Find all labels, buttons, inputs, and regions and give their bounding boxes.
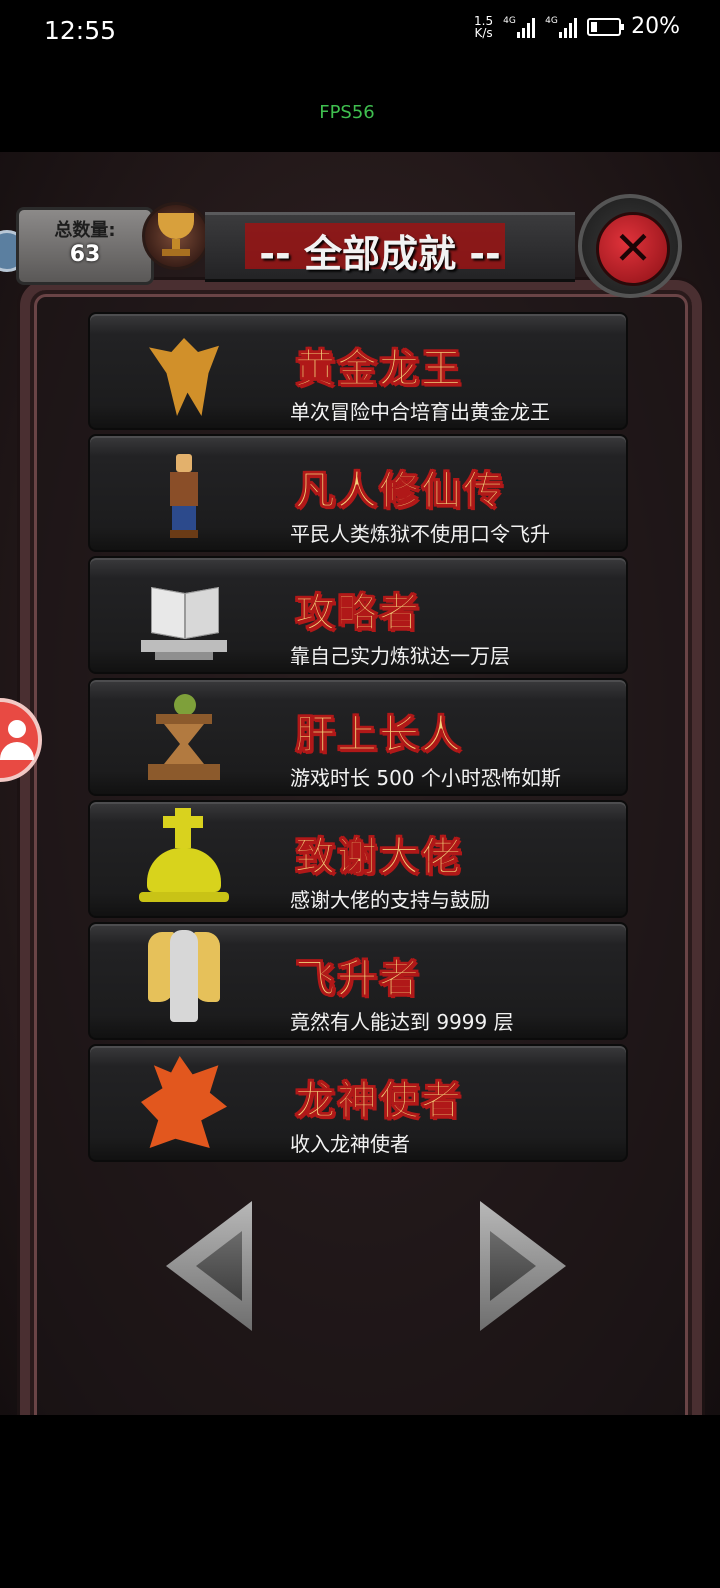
signal-label: 4G — [503, 15, 516, 26]
user-icon — [8, 720, 26, 738]
achievement-name: 攻略者 — [295, 590, 421, 637]
status-bar: 12:55 1.5 K/s 4G 4G 20% — [0, 0, 720, 62]
red-dragon-icon — [138, 1056, 230, 1148]
trophy-icon — [142, 202, 210, 270]
achievement-row[interactable]: 黄金龙王 单次冒险中合培育出黄金龙王 — [88, 312, 628, 430]
achievement-row[interactable]: 攻略者 靠自己实力炼狱达一万层 — [88, 556, 628, 674]
signal-icon: 4G — [503, 15, 536, 38]
achievement-desc: 收入龙神使者 — [290, 1132, 410, 1156]
achievement-row[interactable]: 肝上长人 游戏时长 500 个小时恐怖如斯 — [88, 678, 628, 796]
golden-statue-icon — [138, 808, 230, 904]
clock: 12:55 — [44, 16, 117, 45]
achievement-name: 飞升者 — [295, 956, 421, 1003]
achievement-counter: 总数量: 63 — [16, 207, 154, 285]
achievement-desc: 游戏时长 500 个小时恐怖如斯 — [290, 766, 561, 790]
signal-label: 4G — [545, 15, 558, 26]
battery-icon — [587, 17, 625, 36]
achievement-list: 黄金龙王 单次冒险中合培育出黄金龙王 凡人修仙传 平民人类炼狱不使用口令飞升 攻… — [88, 312, 628, 1166]
achievement-name: 肝上长人 — [295, 712, 463, 759]
close-button[interactable]: ✕ — [578, 194, 682, 298]
angel-icon — [138, 930, 230, 1026]
achievement-desc: 靠自己实力炼狱达一万层 — [290, 644, 510, 668]
achievement-screen: 总数量: 63 -- 全部成就 -- ✕ 黄金龙王 单次冒险中合培育出黄金龙王 … — [0, 152, 720, 1415]
fps-counter: FPS56 — [319, 102, 375, 123]
status-icons: 1.5 K/s 4G 4G 20% — [474, 14, 680, 39]
signal-icon: 4G — [545, 15, 578, 38]
counter-label: 总数量: — [54, 220, 116, 241]
achievement-desc: 单次冒险中合培育出黄金龙王 — [290, 400, 550, 424]
network-speed-unit: K/s — [474, 25, 493, 40]
achievement-name: 龙神使者 — [295, 1078, 463, 1125]
achievement-desc: 平民人类炼狱不使用口令飞升 — [290, 522, 550, 546]
page-title: -- 全部成就 -- — [259, 232, 501, 276]
achievement-row[interactable]: 龙神使者 收入龙神使者 — [88, 1044, 628, 1162]
achievement-name: 致谢大佬 — [295, 834, 463, 881]
prev-page-button[interactable] — [166, 1201, 252, 1331]
next-page-button[interactable] — [480, 1201, 566, 1331]
human-icon — [138, 450, 230, 538]
book-icon — [138, 572, 230, 660]
battery-percent: 20% — [631, 14, 680, 39]
counter-value: 63 — [69, 242, 101, 267]
hourglass-icon — [138, 694, 230, 782]
close-glyph: ✕ — [613, 221, 653, 275]
network-speed-value: 1.5 — [474, 13, 494, 28]
achievement-row[interactable]: 凡人修仙传 平民人类炼狱不使用口令飞升 — [88, 434, 628, 552]
gold-dragon-icon — [138, 328, 230, 416]
title-banner: -- 全部成就 -- — [205, 212, 575, 282]
achievement-row[interactable]: 飞升者 竟然有人能达到 9999 层 — [88, 922, 628, 1040]
achievement-desc: 感谢大佬的支持与鼓励 — [290, 888, 490, 912]
achievement-name: 黄金龙王 — [295, 346, 463, 393]
network-speed: 1.5 K/s — [474, 15, 493, 39]
close-icon: ✕ — [596, 212, 670, 286]
achievement-row[interactable]: 致谢大佬 感谢大佬的支持与鼓励 — [88, 800, 628, 918]
achievement-name: 凡人修仙传 — [295, 468, 505, 515]
achievement-desc: 竟然有人能达到 9999 层 — [290, 1010, 514, 1034]
